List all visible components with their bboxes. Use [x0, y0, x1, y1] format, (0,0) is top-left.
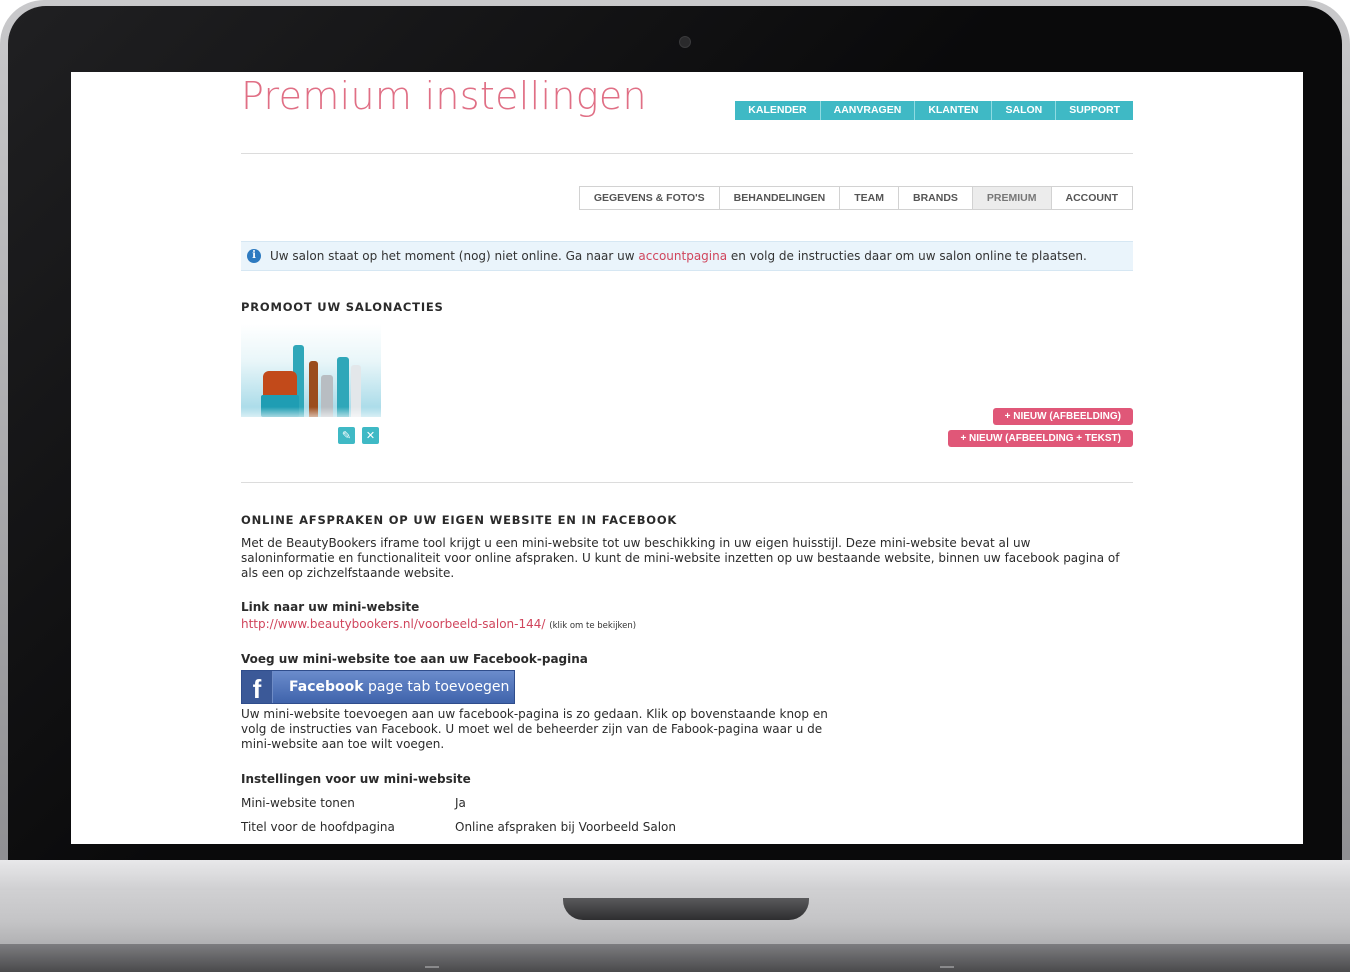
nav-item-salon[interactable]: SALON — [991, 101, 1056, 120]
notice-text: Uw salon staat op het moment (nog) niet … — [270, 249, 1087, 263]
pencil-icon: ✎ — [341, 429, 352, 442]
tab-account[interactable]: ACCOUNT — [1050, 187, 1132, 209]
facebook-instructions: Uw mini-website toevoegen aan uw faceboo… — [241, 707, 841, 752]
tab-team[interactable]: TEAM — [839, 187, 898, 209]
image-shine — [241, 407, 381, 417]
edit-promo-button[interactable]: ✎ — [338, 427, 355, 444]
new-image-button[interactable]: + NIEUW (AFBEELDING) — [992, 408, 1133, 425]
online-intro-line: als een op zichzelfstaande website. — [241, 566, 455, 580]
screen: Premium instellingen KALENDER AANVRAGEN … — [71, 72, 1303, 844]
new-image-text-button[interactable]: + NIEUW (AFBEELDING + TEKST) — [948, 430, 1133, 447]
settings-heading: Instellingen voor uw mini-website — [241, 772, 471, 786]
tab-brands[interactable]: BRANDS — [897, 187, 972, 209]
notice-text-end: en volg de instructies daar om uw salon … — [727, 249, 1087, 263]
main-nav: KALENDER AANVRAGEN KLANTEN SALON SUPPORT — [735, 101, 1133, 120]
account-page-link[interactable]: accountpagina — [638, 249, 727, 263]
facebook-button-bold: Facebook — [289, 679, 364, 695]
setting-value: Ja — [455, 796, 466, 810]
mini-website-link-row: http://www.beautybookers.nl/voorbeeld-sa… — [241, 617, 636, 634]
sub-nav-tabs: GEGEVENS & FOTO'S BEHANDELINGEN TEAM BRA… — [578, 186, 1133, 210]
info-icon: i — [247, 249, 261, 263]
promo-image[interactable] — [241, 324, 381, 417]
online-intro: Met de BeautyBookers iframe tool krijgt … — [241, 536, 1133, 581]
tab-gegevens-fotos[interactable]: GEGEVENS & FOTO'S — [579, 187, 719, 209]
tab-behandelingen[interactable]: BEHANDELINGEN — [718, 187, 840, 209]
page-title: Premium instellingen — [241, 74, 647, 118]
nav-item-aanvragen[interactable]: AANVRAGEN — [819, 101, 915, 120]
promo-heading: PROMOOT UW SALONACTIES — [241, 300, 444, 314]
facebook-icon: f — [242, 671, 273, 704]
close-icon: ✕ — [365, 429, 376, 442]
divider — [241, 153, 1133, 154]
laptop-notch — [563, 898, 809, 920]
facebook-tab-button[interactable]: f Facebook page tab toevoegen — [241, 670, 515, 704]
facebook-button-label: Facebook page tab toevoegen — [289, 679, 509, 695]
info-notice: i Uw salon staat op het moment (nog) nie… — [241, 241, 1133, 271]
tab-premium[interactable]: PREMIUM — [971, 187, 1051, 209]
facebook-instructions-line: volg de instructies van Facebook. U moet… — [241, 722, 823, 736]
nav-item-klanten[interactable]: KLANTEN — [914, 101, 992, 120]
laptop-base-top — [0, 860, 1350, 890]
nav-item-kalender[interactable]: KALENDER — [735, 101, 820, 120]
notice-text-start: Uw salon staat op het moment (nog) niet … — [270, 249, 639, 263]
facebook-button-rest: page tab toevoegen — [363, 679, 510, 695]
online-heading: ONLINE AFSPRAKEN OP UW EIGEN WEBSITE EN … — [241, 513, 678, 527]
mini-website-link[interactable]: http://www.beautybookers.nl/voorbeeld-sa… — [241, 617, 545, 631]
camera-icon — [679, 36, 691, 48]
divider — [241, 482, 1133, 483]
link-note: (klik om te bekijken) — [549, 621, 637, 631]
facebook-instructions-line: mini-website aan toe wilt voegen. — [241, 737, 445, 751]
mini-website-link-heading: Link naar uw mini-website — [241, 600, 420, 614]
laptop-foot — [940, 966, 954, 968]
delete-promo-button[interactable]: ✕ — [362, 427, 379, 444]
online-intro-line: Met de BeautyBookers iframe tool krijgt … — [241, 536, 1031, 550]
laptop-foot — [425, 966, 439, 968]
setting-label: Mini-website tonen — [241, 796, 355, 810]
setting-label: Titel voor de hoofdpagina — [241, 820, 395, 834]
nav-item-support[interactable]: SUPPORT — [1055, 101, 1133, 120]
facebook-heading: Voeg uw mini-website toe aan uw Facebook… — [241, 652, 588, 666]
setting-value: Online afspraken bij Voorbeeld Salon — [455, 820, 676, 834]
laptop-base-bottom — [0, 944, 1350, 972]
facebook-instructions-line: Uw mini-website toevoegen aan uw faceboo… — [241, 707, 828, 721]
online-intro-line: saloninformatie en functionaliteit voor … — [241, 551, 1120, 565]
